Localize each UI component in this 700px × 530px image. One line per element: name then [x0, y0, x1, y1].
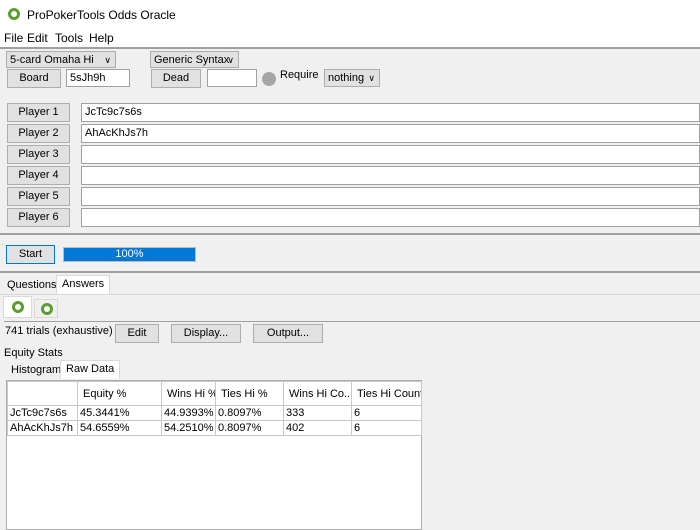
- menu-edit[interactable]: Edit: [27, 31, 48, 45]
- table-row[interactable]: AhAcKhJs7h 54.6559% 54.2510% 0.8097% 402 6: [7, 420, 422, 436]
- menu-tools[interactable]: Tools: [55, 31, 83, 45]
- game-select[interactable]: 5-card Omaha Hi ∨: [6, 51, 116, 68]
- table-cell: 44.9393%: [161, 405, 216, 421]
- dead-button[interactable]: Dead: [151, 69, 201, 88]
- table-row[interactable]: JcTc9c7s6s 45.3441% 44.9393% 0.8097% 333 6: [7, 405, 422, 421]
- status-indicator-icon: [262, 72, 276, 86]
- table-cell: JcTc9c7s6s: [7, 405, 78, 421]
- table-cell: 333: [283, 405, 352, 421]
- board-input[interactable]: 5sJh9h: [66, 69, 130, 87]
- player-6-button[interactable]: Player 6: [7, 208, 70, 227]
- table-cell: 0.8097%: [215, 420, 284, 436]
- tab-histogram[interactable]: Histogram: [6, 362, 66, 379]
- syntax-value: Generic Syntax: [154, 54, 230, 66]
- player-4-input[interactable]: [81, 166, 700, 185]
- table-cell: 6: [351, 405, 422, 421]
- menu-file[interactable]: File: [4, 31, 23, 45]
- output-button[interactable]: Output...: [253, 324, 323, 343]
- board-button[interactable]: Board: [7, 69, 61, 88]
- col-header[interactable]: Wins Hi Co...: [283, 381, 352, 406]
- require-value: nothing: [328, 72, 365, 84]
- col-header[interactable]: Equity %: [77, 381, 162, 406]
- table-cell: 402: [283, 420, 352, 436]
- player-5-input[interactable]: [81, 187, 700, 206]
- table-cell: 45.3441%: [77, 405, 162, 421]
- syntax-select[interactable]: Generic Syntax ∨: [150, 51, 239, 68]
- player-3-input[interactable]: [81, 145, 700, 164]
- menu-help[interactable]: Help: [89, 31, 114, 45]
- chevron-down-icon: ∨: [104, 55, 111, 65]
- edit-button[interactable]: Edit: [115, 324, 159, 343]
- player-1-input[interactable]: JcTc9c7s6s: [81, 103, 700, 122]
- game-value: 5-card Omaha Hi: [10, 54, 94, 66]
- player-2-input[interactable]: AhAcKhJs7h: [81, 124, 700, 143]
- col-header[interactable]: Wins Hi %: [161, 381, 216, 406]
- tab-questions[interactable]: Questions: [2, 277, 62, 294]
- player-3-button[interactable]: Player 3: [7, 145, 70, 164]
- table-cell: AhAcKhJs7h: [7, 420, 78, 436]
- dead-input[interactable]: [207, 69, 257, 87]
- require-select[interactable]: nothing ∨: [324, 69, 380, 87]
- progress-bar: 100%: [63, 247, 196, 262]
- oracle-icon: [41, 303, 53, 315]
- player-6-input[interactable]: [81, 208, 700, 227]
- table-header: Equity % Wins Hi % Ties Hi % Wins Hi Co.…: [7, 381, 422, 406]
- tab-raw-data[interactable]: Raw Data: [60, 360, 121, 379]
- equity-stats-heading: Equity Stats: [4, 347, 63, 359]
- window-title: ProPokerTools Odds Oracle: [27, 8, 176, 22]
- player-4-button[interactable]: Player 4: [7, 166, 70, 185]
- tab-answers[interactable]: Answers: [56, 275, 111, 295]
- table-cell: 6: [351, 420, 422, 436]
- app-logo-icon: [8, 8, 20, 20]
- answer-tab-2[interactable]: [34, 299, 58, 318]
- player-5-button[interactable]: Player 5: [7, 187, 70, 206]
- raw-data-table: Equity % Wins Hi % Ties Hi % Wins Hi Co.…: [6, 380, 422, 530]
- answer-tab-1[interactable]: [3, 296, 32, 318]
- table-cell: 54.2510%: [161, 420, 216, 436]
- player-2-button[interactable]: Player 2: [7, 124, 70, 143]
- start-button[interactable]: Start: [6, 245, 55, 264]
- chevron-down-icon: ∨: [368, 73, 375, 83]
- require-label: Require: [280, 69, 319, 81]
- chevron-down-icon: ∨: [227, 55, 234, 65]
- col-header[interactable]: [7, 381, 78, 406]
- col-header[interactable]: Ties Hi %: [215, 381, 284, 406]
- menu-bar: File Edit Tools Help: [0, 29, 700, 47]
- col-header[interactable]: Ties Hi Count: [351, 381, 422, 406]
- progress-text: 100%: [115, 248, 144, 260]
- player-1-button[interactable]: Player 1: [7, 103, 70, 122]
- table-cell: 0.8097%: [215, 405, 284, 421]
- title-bar: ProPokerTools Odds Oracle: [0, 0, 700, 29]
- trials-label: 741 trials (exhaustive): [5, 325, 113, 337]
- oracle-icon: [12, 301, 24, 313]
- table-cell: 54.6559%: [77, 420, 162, 436]
- display-button[interactable]: Display...: [171, 324, 241, 343]
